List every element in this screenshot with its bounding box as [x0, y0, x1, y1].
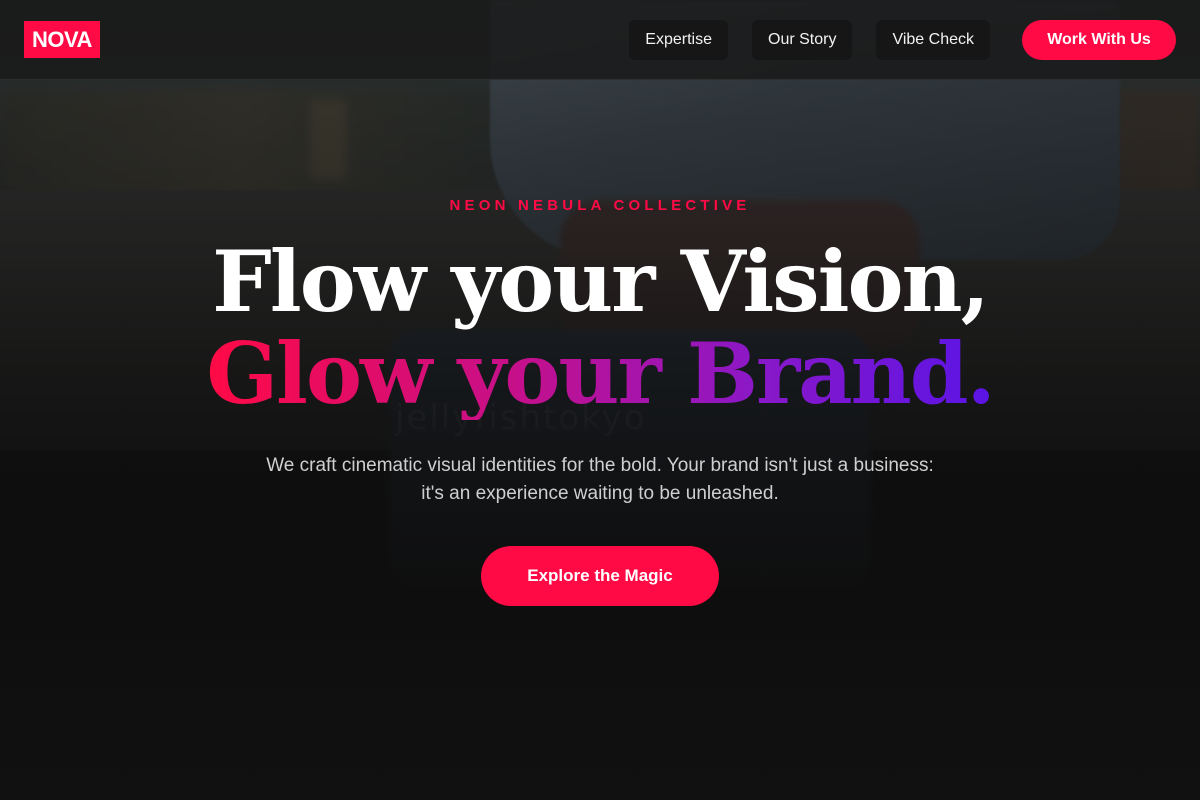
headline-line-1: Flow your Vision, [212, 232, 990, 331]
top-navbar: NOVA Expertise Our Story Vibe Check Work… [0, 0, 1200, 80]
nav-link-our-story[interactable]: Our Story [752, 20, 853, 60]
explore-the-magic-button[interactable]: Explore the Magic [481, 546, 719, 606]
brand-logo[interactable]: NOVA [24, 21, 100, 58]
hero-headline: Flow your Vision, Glow your Brand. [0, 236, 1200, 438]
nav-link-expertise[interactable]: Expertise [629, 20, 728, 60]
headline-line-2: Glow your Brand. [206, 324, 995, 423]
hero-eyebrow: NEON NEBULA COLLECTIVE [449, 197, 751, 214]
nav-links: Expertise Our Story Vibe Check [629, 20, 990, 60]
work-with-us-button[interactable]: Work With Us [1022, 20, 1176, 60]
nav-link-vibe-check[interactable]: Vibe Check [876, 20, 990, 60]
hero-subtitle: We craft cinematic visual identities for… [266, 455, 934, 504]
